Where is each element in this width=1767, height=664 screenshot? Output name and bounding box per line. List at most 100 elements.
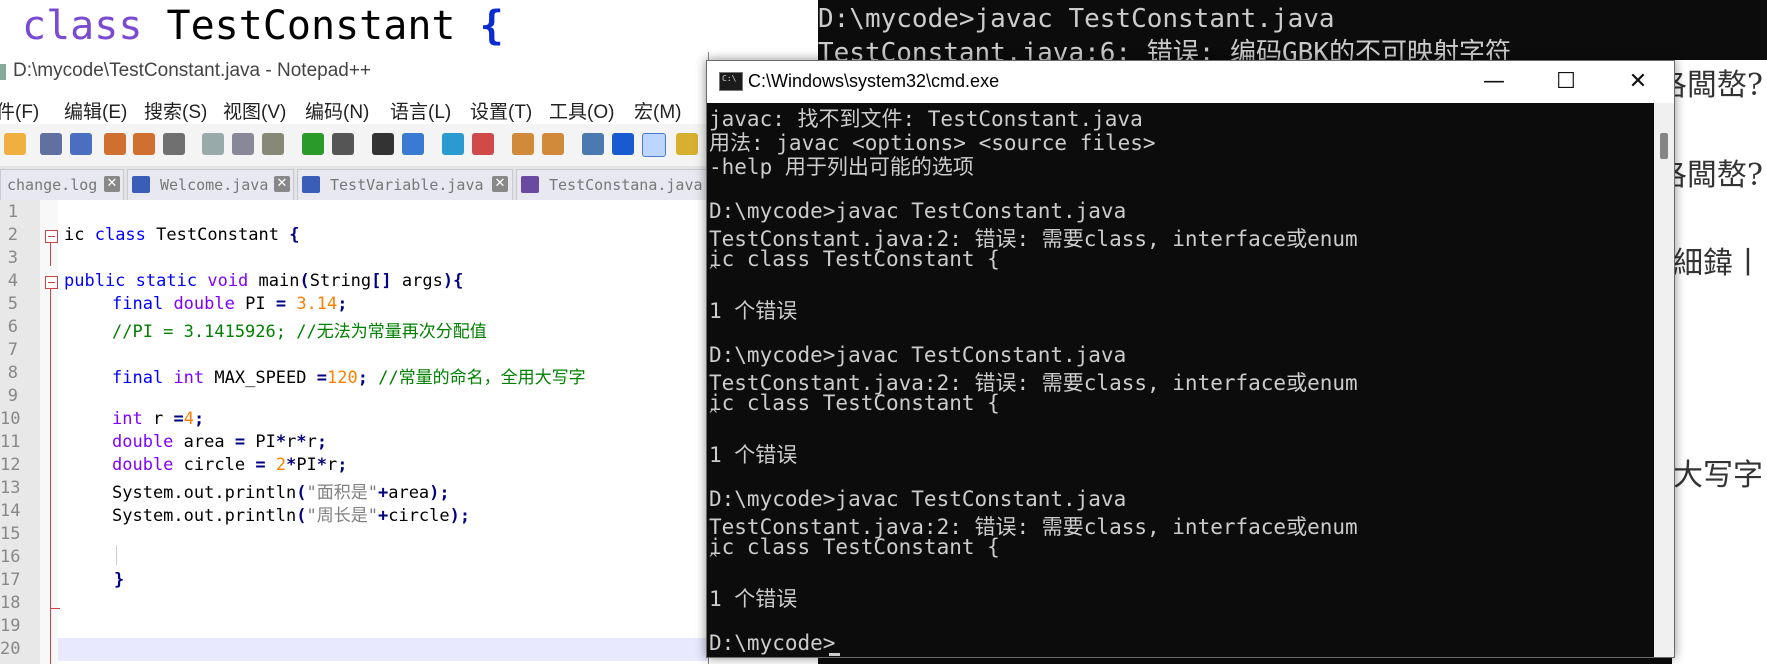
console-line: 1 个错误 (709, 587, 798, 611)
open-file-icon[interactable] (4, 133, 26, 155)
indent-guide-icon[interactable] (642, 133, 666, 157)
cmd-title: C:\Windows\system32\cmd.exe (748, 71, 1000, 91)
console-line: D:\mycode>javac TestConstant.java (709, 199, 1127, 223)
show-all-chars-icon[interactable] (612, 133, 634, 155)
code-line: final double PI = 3.14; (112, 294, 348, 314)
console-scrollbar[interactable] (1654, 103, 1674, 657)
tab-close-icon[interactable]: ✕ (274, 176, 290, 192)
console-line: ^ (709, 551, 718, 567)
console-line: ^ (709, 263, 718, 279)
console-line: -help 用于列出可能的选项 (709, 155, 974, 179)
console-cursor (829, 653, 840, 656)
sync-vertical-icon[interactable] (512, 133, 534, 155)
cmd-titlebar[interactable]: C:\Windows\system32\cmd.exe — ☐ ✕ (707, 61, 1674, 103)
close-all-icon[interactable] (133, 133, 155, 155)
line-number: 12 (0, 455, 21, 475)
line-number: 17 (0, 570, 21, 590)
minimize-button[interactable]: — (1458, 61, 1530, 103)
cut-icon[interactable] (202, 133, 224, 155)
notepadpp-titlebar[interactable]: D:\mycode\TestConstant.java - Notepad++ (0, 52, 708, 92)
line-number: 2 (7, 225, 18, 245)
fold-end-mark (50, 608, 60, 609)
menu-view[interactable]: 视图(V) (223, 97, 286, 124)
code-line: int r =4; (112, 409, 205, 429)
close-button[interactable]: ✕ (1602, 61, 1674, 103)
line-number: 16 (0, 547, 21, 567)
word-wrap-icon[interactable] (582, 133, 604, 155)
notepadpp-tabbar: change.log ✕ Welcome.java ✕ TestVariable… (0, 166, 710, 201)
notepadpp-window: D:\mycode\TestConstant.java - Notepad++ … (0, 52, 710, 664)
tab-change-log[interactable]: change.log ✕ (0, 169, 124, 200)
menu-tools[interactable]: 工具(O) (549, 97, 614, 124)
tab-close-icon[interactable]: ✕ (492, 176, 508, 192)
disk-icon (302, 176, 320, 193)
notepadpp-toolbar (0, 124, 708, 167)
console-line: 1 个错误 (709, 299, 798, 323)
line-number: 4 (7, 271, 18, 291)
code-line: double circle = 2*PI*r; (112, 455, 348, 475)
replace-icon[interactable] (402, 133, 424, 155)
menu-file[interactable]: 件(F) (0, 97, 39, 124)
tab-close-icon[interactable]: ✕ (104, 176, 120, 192)
fold-toggle-icon[interactable] (45, 276, 58, 289)
zoom-out-icon[interactable] (472, 133, 494, 155)
maximize-button[interactable]: ☐ (1530, 61, 1602, 103)
tab-label: TestConstana.java (549, 176, 703, 194)
tab-welcome-java[interactable]: Welcome.java ✕ (127, 169, 294, 200)
line-number: 19 (0, 616, 21, 636)
code-line: final int MAX_SPEED =120; //常量的命名，全用大写字 (112, 368, 586, 388)
notepadpp-title: D:\mycode\TestConstant.java - Notepad++ (13, 60, 372, 81)
code-line: ic class TestConstant { (64, 225, 300, 245)
menu-search[interactable]: 搜索(S) (144, 97, 207, 124)
fold-toggle-icon[interactable] (45, 230, 58, 243)
console-line: ^ (709, 407, 718, 423)
close-file-icon[interactable] (104, 133, 126, 155)
save-icon[interactable] (40, 133, 62, 155)
console-line: 1 个错误 (709, 443, 798, 467)
line-number: 3 (7, 248, 18, 268)
menu-edit[interactable]: 编辑(E) (64, 97, 127, 124)
line-number: 18 (0, 593, 21, 613)
tab-testvariable-java[interactable]: TestVariable.java ✕ (297, 169, 513, 200)
disk-icon (521, 176, 539, 193)
line-number: 8 (7, 363, 18, 383)
find-icon[interactable] (372, 133, 394, 155)
code-line: System.out.println("周长是"+circle); (112, 506, 471, 526)
tab-testconstana-java[interactable]: TestConstana.java (516, 169, 710, 200)
background-console-line: D:\mycode>javac TestConstant.java (818, 4, 1335, 34)
user-lang-icon[interactable] (676, 133, 698, 155)
tab-label: TestVariable.java (330, 176, 484, 194)
line-number: 20 (0, 639, 21, 659)
redo-icon[interactable] (332, 133, 354, 155)
menu-settings[interactable]: 设置(T) (470, 97, 532, 124)
background-text-fragment: 趣細鍏丨 (1672, 246, 1763, 281)
background-editor-fragment: class TestConstant { (0, 0, 820, 52)
code-line: } (114, 570, 125, 590)
scrollbar-thumb[interactable] (1660, 133, 1668, 159)
console-line: D:\mycode>javac TestConstant.java (709, 343, 1127, 367)
line-number: 5 (7, 294, 18, 314)
line-number: 11 (0, 432, 21, 452)
sync-horizontal-icon[interactable] (542, 133, 564, 155)
line-number: 15 (0, 524, 21, 544)
menu-encoding[interactable]: 编码(N) (305, 97, 369, 124)
line-number: 1 (7, 202, 18, 222)
undo-icon[interactable] (302, 133, 324, 155)
zoom-in-icon[interactable] (442, 133, 464, 155)
background-text-fragment: 洛闆嶅? (1672, 158, 1763, 193)
code-editor[interactable]: 1 2 3 4 5 6 7 8 9 10 11 12 13 14 15 16 1… (0, 200, 708, 664)
print-icon[interactable] (163, 133, 185, 155)
console-line: ic class TestConstant { (709, 391, 1000, 415)
paste-icon[interactable] (262, 133, 284, 155)
console-line: D:\mycode>javac TestConstant.java (709, 487, 1127, 511)
background-window-fragment: 洛闆嶅? 洛闆嶅? 趣細鍏丨 用大写字 (1672, 60, 1767, 664)
line-number: 10 (0, 409, 21, 429)
menu-language[interactable]: 语言(L) (390, 97, 451, 124)
save-all-icon[interactable] (70, 133, 92, 155)
code-line: System.out.println("面积是"+area); (112, 483, 450, 503)
menu-macro[interactable]: 宏(M) (634, 97, 681, 124)
console-output[interactable]: javac: 找不到文件: TestConstant.java 用法: java… (707, 103, 1654, 657)
background-code-line: class TestConstant { (22, 3, 504, 49)
disk-icon (132, 176, 150, 193)
copy-icon[interactable] (232, 133, 254, 155)
